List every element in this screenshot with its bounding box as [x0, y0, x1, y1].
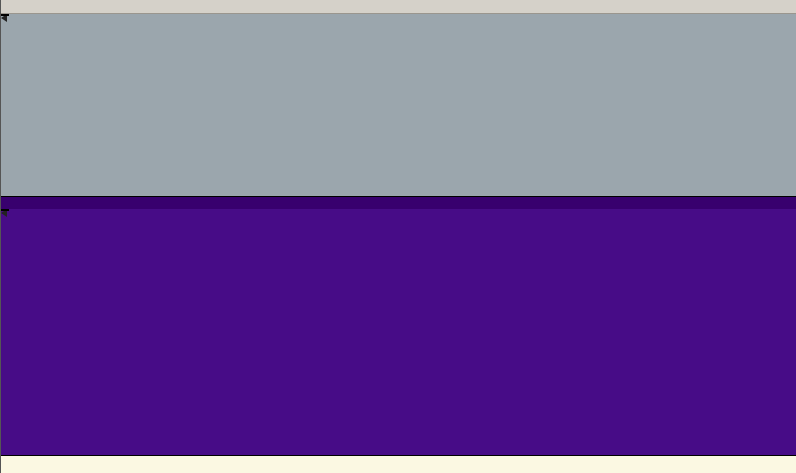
rsi-panel-header[interactable] — [1, 196, 796, 209]
time-axis[interactable] — [1, 455, 796, 473]
rsi-chart[interactable] — [1, 209, 796, 455]
visual-chart-window — [0, 0, 796, 473]
rsi-value-box — [1, 209, 9, 211]
price-chart-panel[interactable] — [1, 14, 796, 196]
rsi-panel[interactable] — [1, 209, 796, 455]
title-bar[interactable] — [1, 0, 796, 14]
candlestick-chart[interactable] — [1, 14, 796, 196]
last-price-box — [1, 14, 9, 16]
